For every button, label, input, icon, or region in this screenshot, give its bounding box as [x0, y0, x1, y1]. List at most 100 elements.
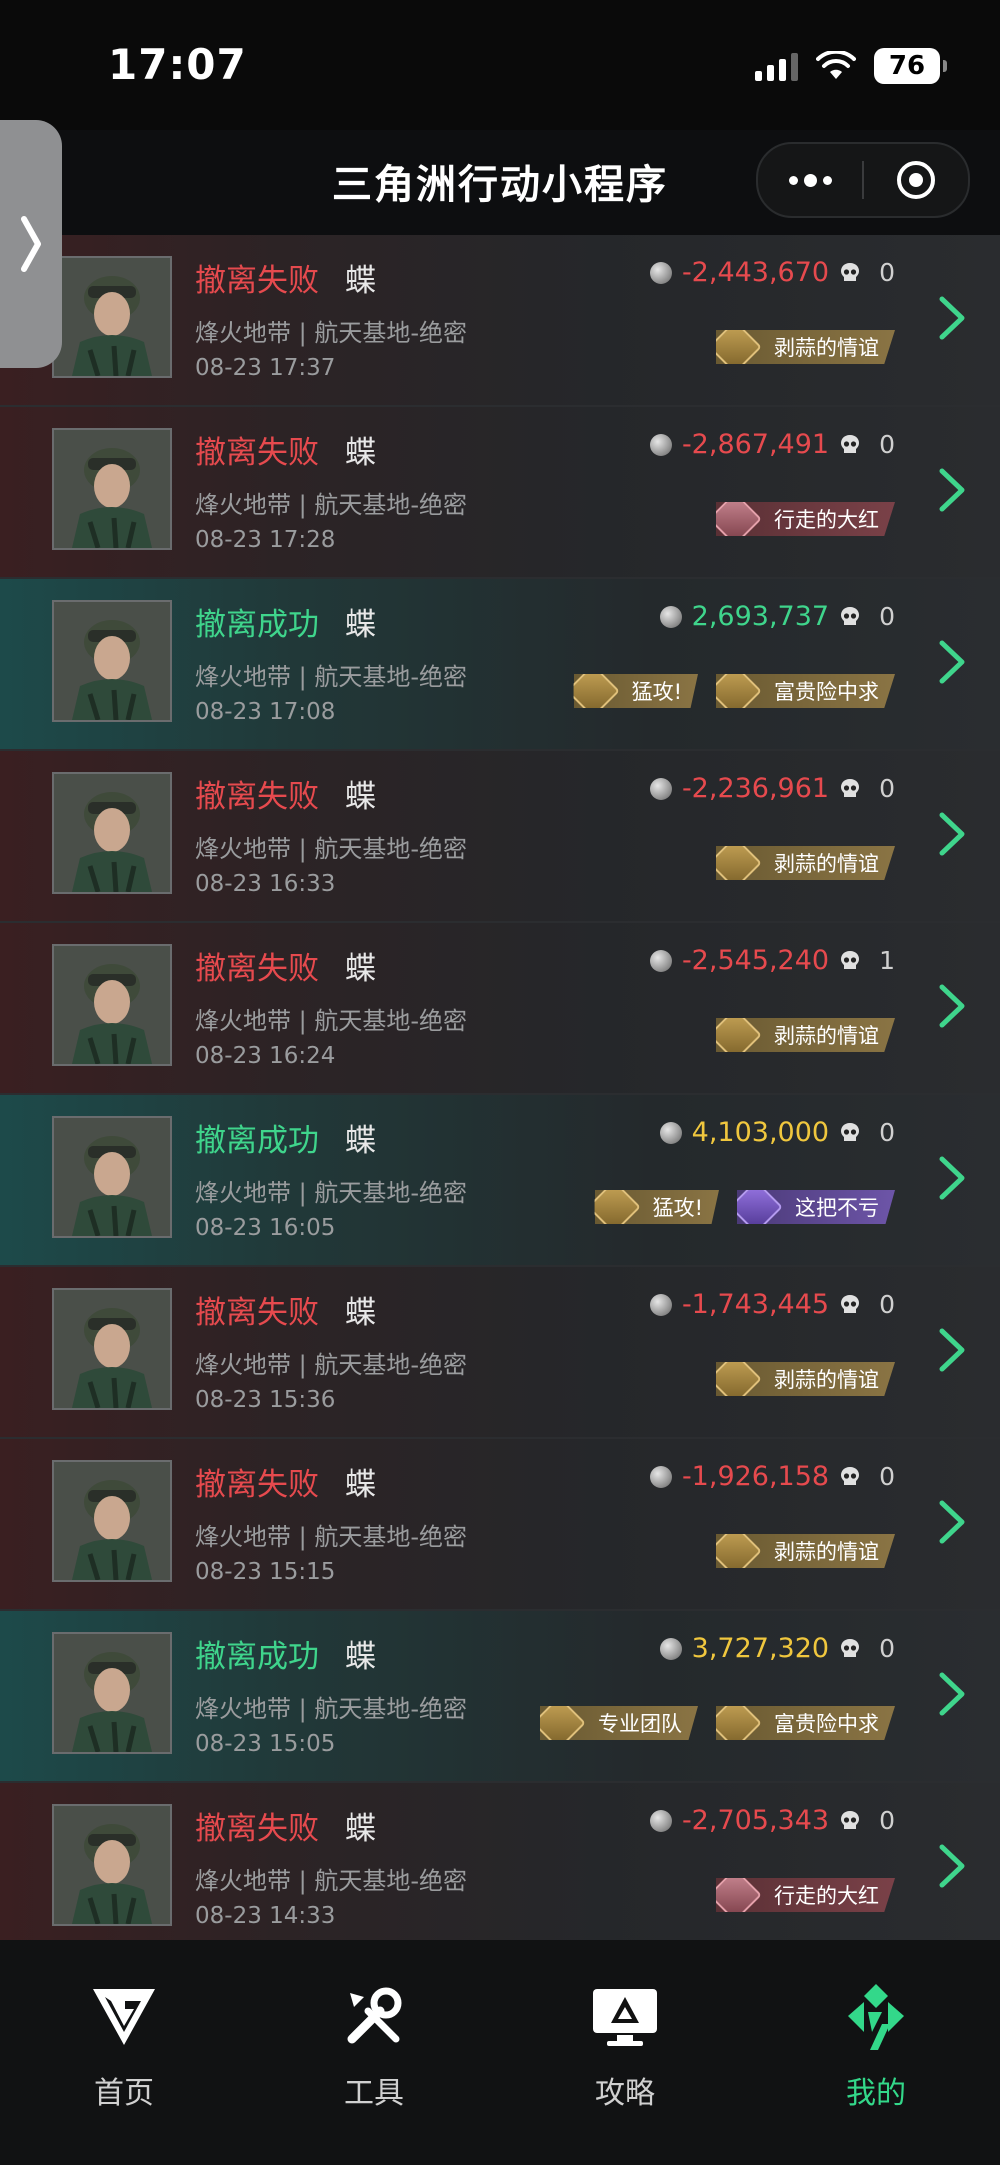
- chevron-right-icon[interactable]: [932, 1325, 972, 1375]
- status-bar: 17:07 76: [0, 0, 1000, 130]
- kill-count: 1: [879, 946, 895, 975]
- operator-name: 蝶: [345, 951, 376, 987]
- badge-emblem-icon: [540, 1706, 586, 1740]
- operator-avatar: [52, 944, 172, 1066]
- chevron-right-icon[interactable]: [932, 809, 972, 859]
- tab-guide[interactable]: 攻略: [545, 1980, 705, 2112]
- skull-icon: [841, 434, 860, 453]
- chevron-right-icon[interactable]: [932, 637, 972, 687]
- achievement-badge: 剥蒜的情谊: [716, 330, 895, 364]
- badge-label: 猛攻!: [631, 680, 682, 704]
- match-value-group: -2,443,670 0: [649, 257, 895, 288]
- badge-group: 剥蒜的情谊: [716, 330, 895, 364]
- game-mode-map: 烽火地带 | 航天基地-绝密: [195, 835, 468, 863]
- match-row[interactable]: 撤离成功 蝶 烽火地带 | 航天基地-绝密 08-23 15:05 3,727,…: [0, 1611, 1000, 1783]
- badge-emblem-icon: [716, 846, 762, 880]
- guide-monitor-icon: [593, 1989, 657, 2046]
- chevron-right-icon[interactable]: [932, 293, 972, 343]
- tab-tools-label: 工具: [344, 2076, 404, 2111]
- badge-emblem-icon: [573, 674, 620, 708]
- operator-name: 蝶: [345, 1467, 376, 1503]
- tab-guide-label: 攻略: [595, 2076, 655, 2111]
- game-mode-map: 烽火地带 | 航天基地-绝密: [195, 663, 468, 691]
- match-row[interactable]: 撤离失败 蝶 烽火地带 | 航天基地-绝密 08-23 15:15 -1,926…: [0, 1439, 1000, 1611]
- achievement-badge: 剥蒜的情谊: [716, 1534, 895, 1568]
- operator-avatar: [52, 1288, 172, 1410]
- tools-icon: [347, 1987, 402, 2044]
- battery-indicator: 76: [874, 48, 947, 84]
- match-row[interactable]: 撤离失败 蝶 烽火地带 | 航天基地-绝密 08-23 14:33 -2,705…: [0, 1783, 1000, 1940]
- operator-name: 蝶: [345, 435, 376, 471]
- coin-icon: [659, 1121, 682, 1144]
- badge-label: 行走的大红: [774, 508, 879, 532]
- achievement-badge: 富贵险中求: [716, 674, 895, 708]
- match-value: -2,236,961: [681, 773, 830, 804]
- more-dots-icon: [788, 173, 832, 187]
- operator-name: 蝶: [345, 607, 376, 643]
- match-value: 3,727,320: [691, 1633, 830, 1664]
- match-datetime: 08-23 15:05: [195, 1731, 336, 1757]
- operator-name: 蝶: [345, 1123, 376, 1159]
- extraction-result: 撤离失败: [195, 1467, 319, 1503]
- kill-count: 0: [879, 1462, 895, 1491]
- skull-icon: [841, 1810, 860, 1829]
- chevron-right-icon[interactable]: [932, 1497, 972, 1547]
- badge-label: 这把不亏: [795, 1196, 879, 1220]
- close-mini-program-button[interactable]: [864, 144, 968, 216]
- tab-tools[interactable]: 工具: [294, 1980, 454, 2112]
- extraction-result: 撤离成功: [195, 607, 319, 643]
- skull-icon: [841, 1294, 860, 1313]
- side-drawer-handle[interactable]: [0, 120, 62, 368]
- operator-avatar: [52, 772, 172, 894]
- coin-icon: [649, 1809, 672, 1832]
- match-datetime: 08-23 16:33: [195, 871, 336, 897]
- extraction-result: 撤离失败: [195, 779, 319, 815]
- extraction-result: 撤离失败: [195, 263, 319, 299]
- badge-label: 富贵险中求: [774, 1712, 879, 1736]
- match-row[interactable]: 撤离成功 蝶 烽火地带 | 航天基地-绝密 08-23 17:08 2,693,…: [0, 579, 1000, 751]
- game-mode-map: 烽火地带 | 航天基地-绝密: [195, 1695, 468, 1723]
- match-row[interactable]: 撤离失败 蝶 烽火地带 | 航天基地-绝密 08-23 16:33 -2,236…: [0, 751, 1000, 923]
- game-mode-map: 烽火地带 | 航天基地-绝密: [195, 1351, 468, 1379]
- tab-profile[interactable]: 我的: [796, 1980, 956, 2112]
- badge-emblem-icon: [737, 1190, 783, 1224]
- coin-icon: [649, 1293, 672, 1316]
- badge-emblem-icon: [716, 1018, 762, 1052]
- kill-count: 0: [879, 1290, 895, 1319]
- match-row[interactable]: 撤离失败 蝶 烽火地带 | 航天基地-绝密 08-23 15:36 -1,743…: [0, 1267, 1000, 1439]
- match-datetime: 08-23 14:33: [195, 1903, 336, 1929]
- match-row[interactable]: 撤离失败 蝶 烽火地带 | 航天基地-绝密 08-23 17:28 -2,867…: [0, 407, 1000, 579]
- profile-logo-icon: [848, 1984, 904, 2050]
- coin-icon: [649, 777, 672, 800]
- skull-icon: [841, 950, 860, 969]
- chevron-right-icon[interactable]: [932, 981, 972, 1031]
- chevron-right-icon[interactable]: [932, 465, 972, 515]
- coin-icon: [649, 949, 672, 972]
- chevron-right-icon[interactable]: [932, 1669, 972, 1719]
- tab-home[interactable]: 首页: [44, 1980, 204, 2112]
- achievement-badge: 猛攻!: [594, 1190, 719, 1224]
- match-row[interactable]: 撤离失败 蝶 烽火地带 | 航天基地-绝密 08-23 16:24 -2,545…: [0, 923, 1000, 1095]
- extraction-result: 撤离失败: [195, 1295, 319, 1331]
- badge-group: 行走的大红: [716, 1878, 895, 1912]
- game-mode-map: 烽火地带 | 航天基地-绝密: [195, 1867, 468, 1895]
- chevron-right-icon[interactable]: [932, 1841, 972, 1891]
- more-options-button[interactable]: [758, 144, 862, 216]
- badge-emblem-icon: [716, 674, 762, 708]
- match-value: 4,103,000: [691, 1117, 830, 1148]
- chevron-right-icon[interactable]: [932, 1153, 972, 1203]
- match-row[interactable]: 撤离失败 蝶 烽火地带 | 航天基地-绝密 08-23 17:37 -2,443…: [0, 235, 1000, 407]
- badge-group: 专业团队 富贵险中求: [540, 1706, 895, 1740]
- badge-group: 行走的大红: [716, 502, 895, 536]
- match-value-group: 2,693,737 0: [659, 601, 895, 632]
- match-row[interactable]: 撤离成功 蝶 烽火地带 | 航天基地-绝密 08-23 16:05 4,103,…: [0, 1095, 1000, 1267]
- mini-program-header: 三角洲行动小程序: [0, 130, 1000, 235]
- badge-emblem-icon: [716, 1878, 762, 1912]
- capsule-menu: [756, 142, 970, 218]
- match-datetime: 08-23 15:15: [195, 1559, 336, 1585]
- badge-label: 富贵险中求: [774, 680, 879, 704]
- match-value: -2,545,240: [681, 945, 830, 976]
- kill-count: 0: [879, 1806, 895, 1835]
- badge-label: 剥蒜的情谊: [774, 1540, 879, 1564]
- skull-icon: [841, 262, 860, 281]
